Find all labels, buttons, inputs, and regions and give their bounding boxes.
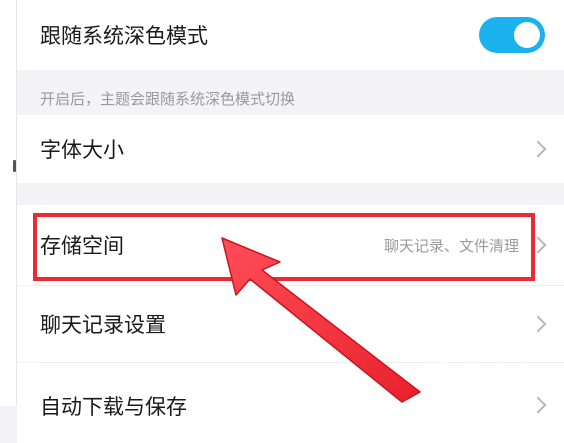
paw-icon: [422, 357, 455, 387]
watermark-url: jingyan.baidu.com: [460, 386, 553, 397]
watermark-logo: Bai du 经验 jingyan.baidu.com: [420, 342, 560, 416]
